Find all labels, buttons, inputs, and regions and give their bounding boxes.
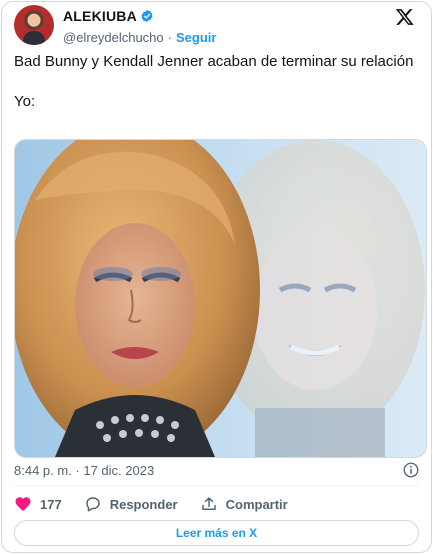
handle[interactable]: @elreydelchucho	[63, 30, 164, 45]
x-logo-icon[interactable]	[395, 7, 415, 27]
share-label: Compartir	[225, 496, 288, 512]
follow-button[interactable]: Seguir	[176, 30, 216, 45]
tweet-timestamp[interactable]: 8:44 p. m. · 17 dic. 2023	[14, 463, 154, 478]
tweet-text: Bad Bunny y Kendall Jenner acaban de ter…	[14, 53, 414, 110]
like-count: 177	[40, 496, 62, 512]
avatar[interactable]	[14, 5, 54, 45]
reply-label: Responder	[109, 496, 178, 512]
verified-badge-icon	[141, 9, 153, 23]
divider	[14, 485, 419, 486]
tweet-media-image[interactable]	[14, 139, 427, 458]
share-button[interactable]: Compartir	[200, 495, 288, 513]
meme-illustration	[15, 140, 426, 457]
reply-icon	[85, 497, 100, 512]
tweet-actions: 177 Responder Compartir	[14, 494, 310, 514]
info-icon[interactable]	[402, 461, 420, 479]
heart-icon	[15, 497, 31, 512]
handle-row: @elreydelchucho · Seguir	[63, 30, 216, 45]
tweet-card: ALEKIUBA @elreydelchucho · Seguir Bad Bu…	[1, 1, 432, 553]
handle-separator: ·	[167, 30, 172, 45]
read-more-button[interactable]: Leer más en X	[14, 520, 419, 546]
display-name-row: ALEKIUBA	[63, 8, 216, 24]
share-icon	[201, 497, 216, 510]
reply-button[interactable]: Responder	[84, 495, 178, 513]
author-block: ALEKIUBA @elreydelchucho · Seguir	[63, 8, 216, 45]
display-name[interactable]: ALEKIUBA	[63, 8, 137, 24]
like-button[interactable]: 177	[14, 495, 62, 513]
tweet-header: ALEKIUBA @elreydelchucho · Seguir	[14, 5, 419, 47]
